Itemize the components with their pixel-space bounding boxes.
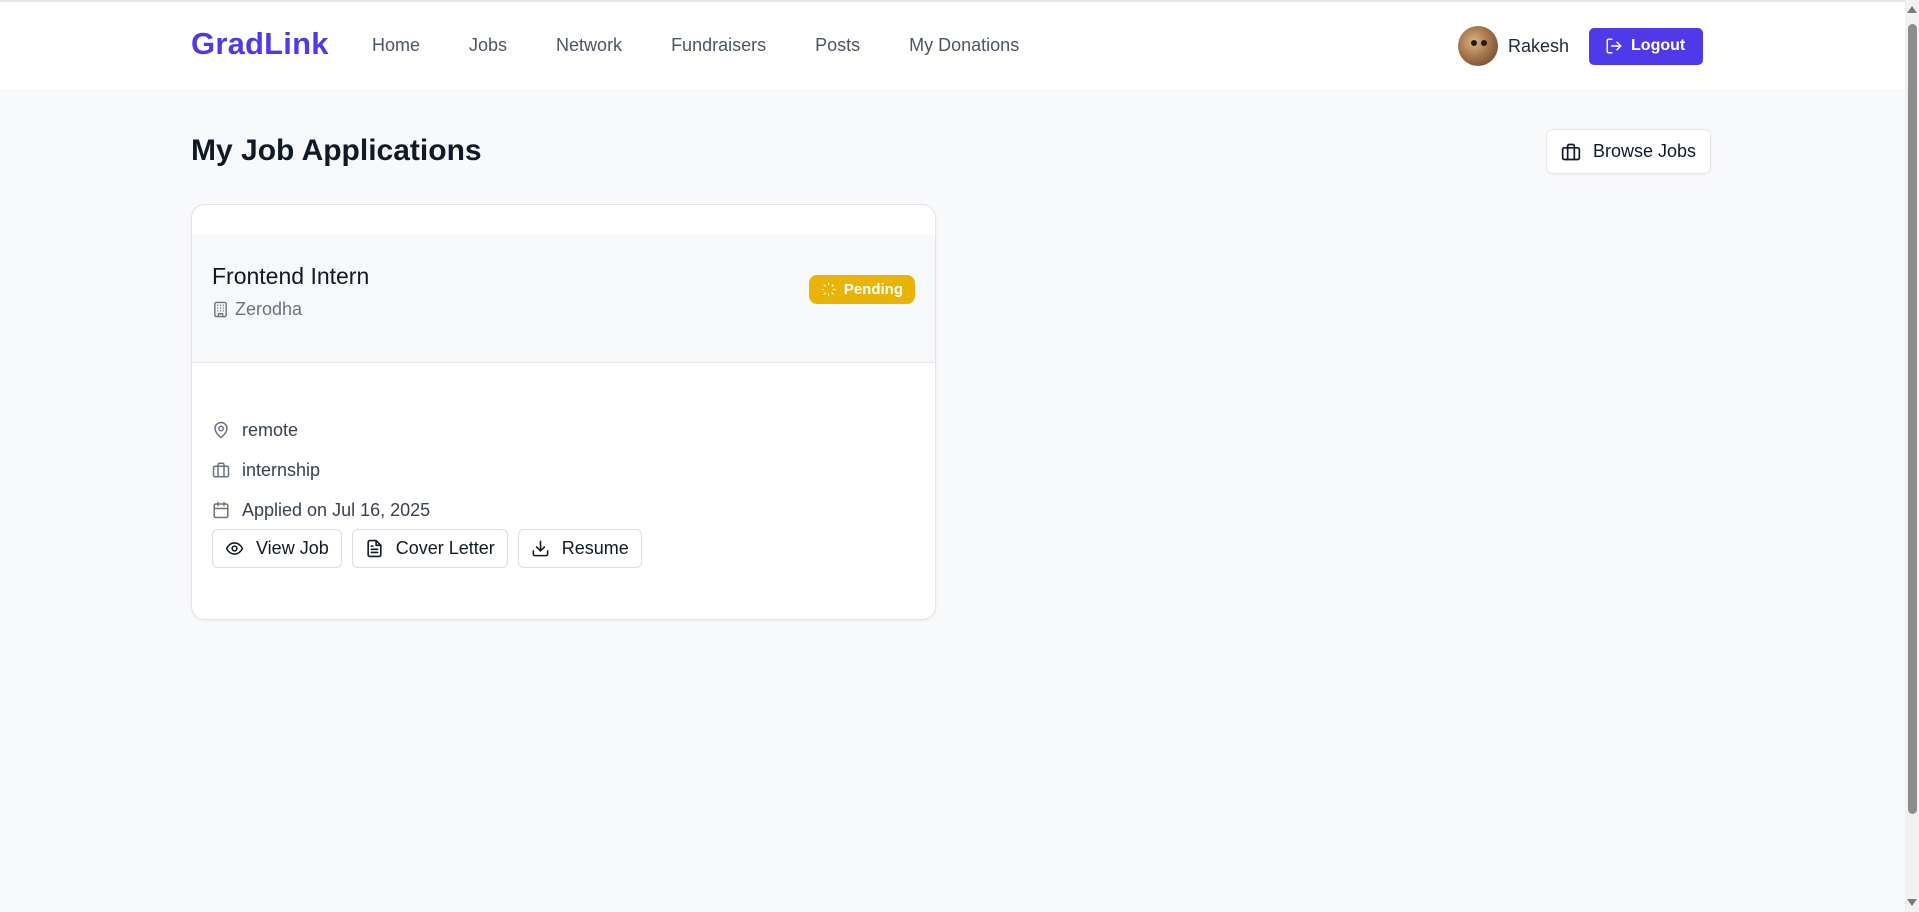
view-job-label: View Job xyxy=(256,538,329,558)
details-list: remote internship Applied on Jul 16, 202… xyxy=(212,410,430,530)
job-type-row: internship xyxy=(212,450,430,490)
view-job-button[interactable]: View Job xyxy=(212,529,342,568)
calendar-icon xyxy=(213,501,229,519)
applied-date: Applied on Jul 16, 2025 xyxy=(242,499,431,520)
application-card: Frontend Intern Zerodha Pending remote i… xyxy=(191,204,936,620)
loader-icon xyxy=(821,282,836,297)
nav-network[interactable]: Network xyxy=(556,35,622,56)
job-type-value: internship xyxy=(242,459,321,480)
briefcase-icon xyxy=(1561,143,1581,160)
main-nav: Home Jobs Network Fundraisers Posts My D… xyxy=(372,35,1068,56)
download-icon xyxy=(532,540,549,557)
card-actions: View Job Cover Letter Resume xyxy=(212,529,642,568)
nav-posts[interactable]: Posts xyxy=(815,35,860,56)
status-badge: Pending xyxy=(808,275,915,304)
location-value: remote xyxy=(242,419,299,440)
job-title: Frontend Intern xyxy=(212,263,370,289)
nav-home[interactable]: Home xyxy=(372,35,420,56)
nav-jobs[interactable]: Jobs xyxy=(469,35,507,56)
avatar[interactable] xyxy=(1458,26,1498,66)
cover-letter-button[interactable]: Cover Letter xyxy=(351,529,508,568)
company: Zerodha xyxy=(212,299,302,320)
company-name: Zerodha xyxy=(235,299,303,319)
logout-button[interactable]: Logout xyxy=(1589,27,1704,65)
card-header: Frontend Intern Zerodha Pending xyxy=(192,235,935,363)
scroll-thumb[interactable] xyxy=(1908,24,1917,814)
logout-icon xyxy=(1606,38,1622,54)
nav-my-donations[interactable]: My Donations xyxy=(909,35,1019,56)
resume-label: Resume xyxy=(561,538,629,558)
cover-letter-label: Cover Letter xyxy=(395,538,495,558)
scroll-down-arrow-icon[interactable] xyxy=(1907,899,1917,906)
resume-button[interactable]: Resume xyxy=(517,529,642,568)
browse-jobs-label: Browse Jobs xyxy=(1592,141,1697,161)
eye-icon xyxy=(225,542,244,555)
browse-jobs-button[interactable]: Browse Jobs xyxy=(1546,129,1711,174)
user-area: Rakesh Logout xyxy=(1458,26,1704,66)
logout-label: Logout xyxy=(1631,37,1686,54)
navbar: GradLink Home Jobs Network Fundraisers P… xyxy=(0,2,1905,89)
brand-logo[interactable]: GradLink xyxy=(191,26,329,62)
applied-date-row: Applied on Jul 16, 2025 xyxy=(212,490,430,530)
scrollbar[interactable] xyxy=(1905,0,1919,912)
status-label: Pending xyxy=(843,281,903,298)
file-text-icon xyxy=(367,539,382,558)
map-pin-icon xyxy=(214,421,228,439)
nav-fundraisers[interactable]: Fundraisers xyxy=(671,35,766,56)
page-title: My Job Applications xyxy=(191,134,482,167)
briefcase-icon xyxy=(212,462,230,478)
location-row: remote xyxy=(212,410,430,450)
username: Rakesh xyxy=(1508,35,1570,56)
scroll-up-arrow-icon[interactable] xyxy=(1907,6,1917,13)
building-icon xyxy=(214,301,227,318)
